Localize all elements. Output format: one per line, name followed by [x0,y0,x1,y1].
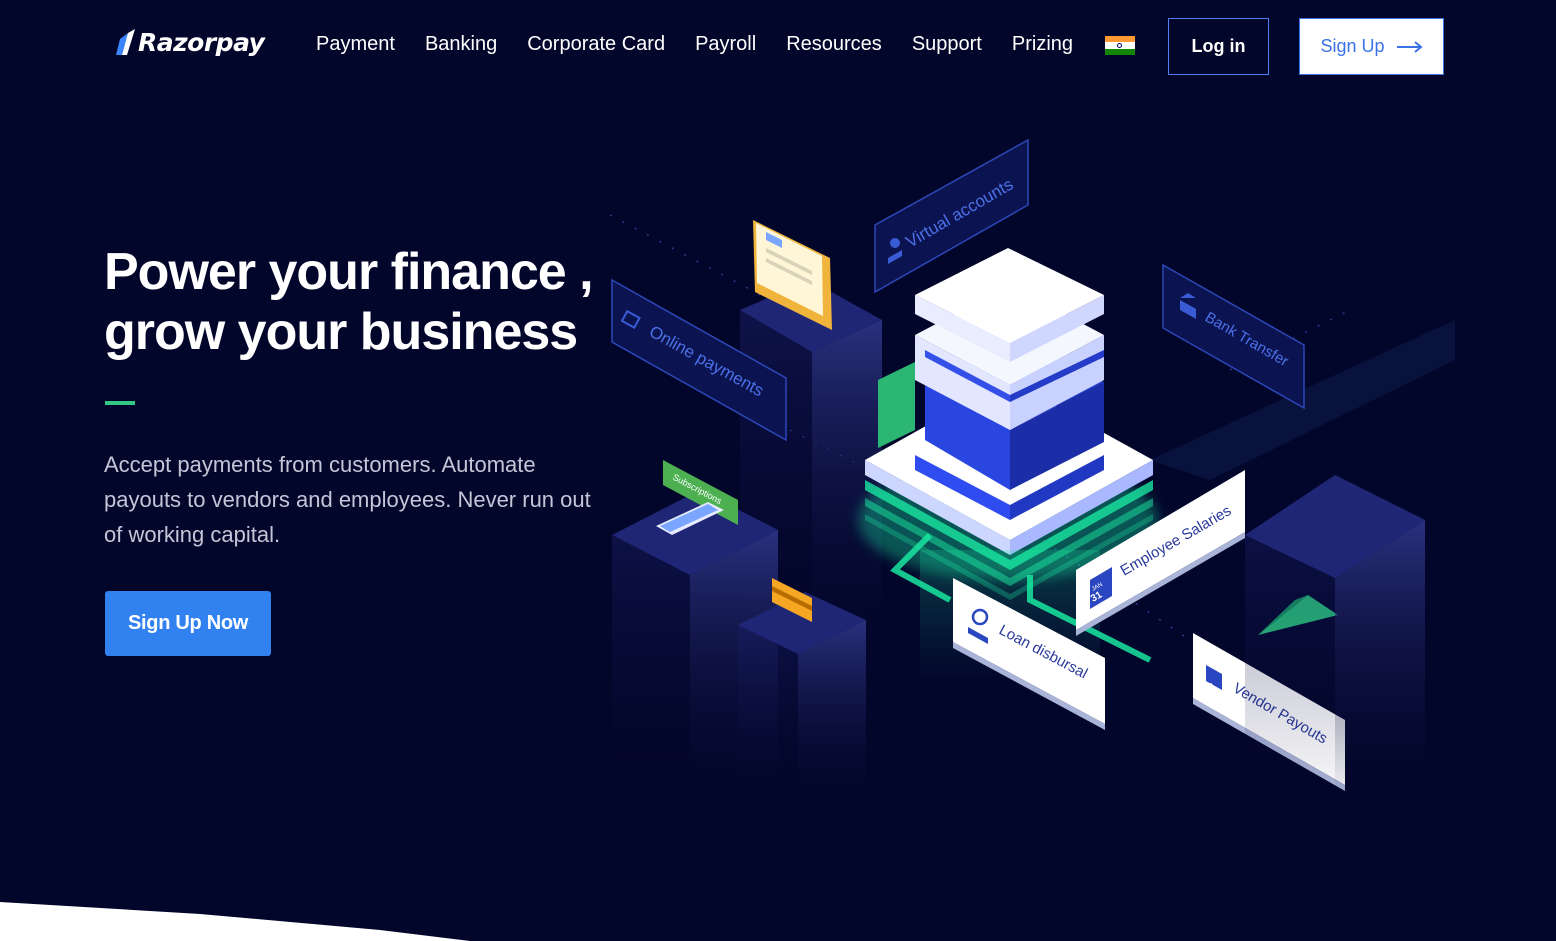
signup-button[interactable]: Sign Up [1299,18,1444,75]
signup-button-label: Sign Up [1320,36,1385,56]
main-menu: Payment Banking Corporate Card Payroll R… [316,33,1073,56]
pillar-card [738,592,866,810]
hero-illustration: Online payments Virtual accounts Bank Tr… [609,138,1455,810]
brand-logo[interactable]: Razorpay [114,28,265,57]
brand-name: Razorpay [138,28,265,57]
hero-title: Power your finance , grow your business [104,242,624,362]
hero-title-line-1: Power your finance , [104,243,594,301]
razorpay-logo-icon [116,28,135,55]
arrow-right-icon [1396,40,1423,53]
bank-transfer-panel: Bank Transfer [1162,263,1305,410]
nav-item-prizing[interactable]: Prizing [1012,33,1073,56]
accent-divider [105,401,135,405]
india-flag-icon[interactable] [1105,36,1135,55]
top-navbar: Razorpay Payment Banking Corporate Card … [0,0,1556,94]
hero-description: Accept payments from customers. Automate… [104,452,591,547]
section-divider [0,902,470,941]
nav-item-corporate-card[interactable]: Corporate Card [527,33,665,56]
nav-item-support[interactable]: Support [912,33,982,56]
nav-item-payroll[interactable]: Payroll [695,33,756,56]
login-button[interactable]: Log in [1168,18,1269,75]
bank-building-icon [915,248,1104,520]
nav-item-payment[interactable]: Payment [316,33,395,56]
green-card [878,362,915,448]
hero-title-line-2: grow your business [104,303,578,361]
nav-item-resources[interactable]: Resources [786,33,882,56]
signup-now-button[interactable]: Sign Up Now [105,591,271,656]
pillar-right [1245,475,1425,810]
nav-item-banking[interactable]: Banking [425,33,497,56]
landing-page: Razorpay Payment Banking Corporate Card … [0,0,1556,941]
